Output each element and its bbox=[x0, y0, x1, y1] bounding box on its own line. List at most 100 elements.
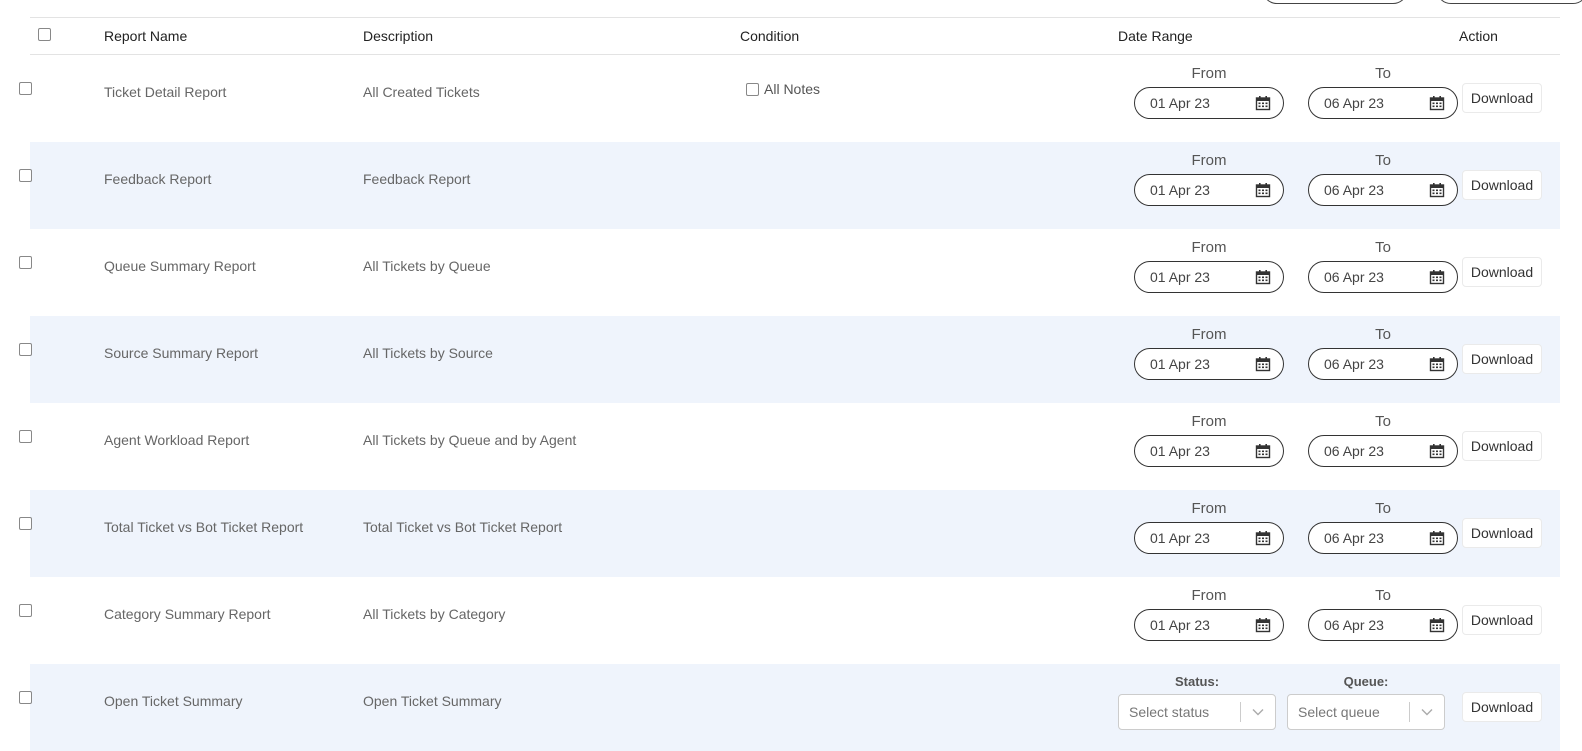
to-date-input[interactable]: 06 Apr 23 bbox=[1308, 261, 1458, 293]
download-button[interactable]: Download bbox=[1462, 518, 1542, 548]
download-button[interactable]: Download bbox=[1462, 431, 1542, 461]
to-date-value: 06 Apr 23 bbox=[1324, 443, 1384, 459]
from-date-group: From 01 Apr 23 bbox=[1134, 500, 1284, 554]
status-placeholder: Select status bbox=[1129, 704, 1210, 720]
to-date-value: 06 Apr 23 bbox=[1324, 530, 1384, 546]
calendar-icon[interactable] bbox=[1255, 95, 1271, 111]
from-date-input[interactable]: 01 Apr 23 bbox=[1134, 522, 1284, 554]
row-checkbox[interactable] bbox=[19, 691, 32, 704]
download-button[interactable]: Download bbox=[1462, 257, 1542, 287]
to-date-group: To 06 Apr 23 bbox=[1308, 65, 1458, 119]
report-description: All Created Tickets bbox=[363, 84, 480, 100]
queue-placeholder: Select queue bbox=[1298, 704, 1380, 720]
row-checkbox[interactable] bbox=[19, 517, 32, 530]
from-date-group: From 01 Apr 23 bbox=[1134, 152, 1284, 206]
download-button[interactable]: Download bbox=[1462, 83, 1542, 113]
from-date-input[interactable]: 01 Apr 23 bbox=[1134, 261, 1284, 293]
table-row: Agent Workload Report All Tickets by Queu… bbox=[19, 403, 1560, 490]
top-action-pill[interactable] bbox=[1436, 0, 1582, 4]
to-date-value: 06 Apr 23 bbox=[1324, 617, 1384, 633]
calendar-icon[interactable] bbox=[1255, 617, 1271, 633]
download-button[interactable]: Download bbox=[1462, 605, 1542, 635]
to-date-group: To 06 Apr 23 bbox=[1308, 500, 1458, 554]
row-checkbox[interactable] bbox=[19, 430, 32, 443]
download-button[interactable]: Download bbox=[1462, 692, 1542, 722]
condition-checkbox[interactable] bbox=[746, 82, 759, 96]
calendar-icon[interactable] bbox=[1255, 530, 1271, 546]
header-description: Description bbox=[363, 28, 434, 44]
calendar-icon[interactable] bbox=[1429, 95, 1445, 111]
table-row: Source Summary Report All Tickets by Sour… bbox=[19, 316, 1560, 403]
from-date-group: From 01 Apr 23 bbox=[1134, 326, 1284, 380]
to-label: To bbox=[1375, 239, 1391, 256]
report-name: Feedback Report bbox=[104, 171, 212, 187]
queue-select[interactable]: Select queue bbox=[1287, 694, 1445, 730]
from-date-value: 01 Apr 23 bbox=[1150, 617, 1210, 633]
to-date-input[interactable]: 06 Apr 23 bbox=[1308, 174, 1458, 206]
to-date-group: To 06 Apr 23 bbox=[1308, 326, 1458, 380]
report-name: Category Summary Report bbox=[104, 606, 271, 622]
calendar-icon[interactable] bbox=[1429, 617, 1445, 633]
table-row: Open Ticket Summary Open Ticket Summary St… bbox=[19, 664, 1560, 751]
to-date-input[interactable]: 06 Apr 23 bbox=[1308, 522, 1458, 554]
download-button[interactable]: Download bbox=[1462, 344, 1542, 374]
calendar-icon[interactable] bbox=[1429, 443, 1445, 459]
to-date-input[interactable]: 06 Apr 23 bbox=[1308, 87, 1458, 119]
header-report-name: Report Name bbox=[104, 28, 188, 44]
header-date-range: Date Range bbox=[1118, 28, 1193, 44]
calendar-icon[interactable] bbox=[1255, 269, 1271, 285]
from-date-input[interactable]: 01 Apr 23 bbox=[1134, 348, 1284, 380]
to-date-group: To 06 Apr 23 bbox=[1308, 152, 1458, 206]
to-date-value: 06 Apr 23 bbox=[1324, 356, 1384, 372]
to-date-input[interactable]: 06 Apr 23 bbox=[1308, 348, 1458, 380]
report-description: All Tickets by Queue bbox=[363, 258, 491, 274]
to-label: To bbox=[1375, 65, 1391, 82]
from-date-value: 01 Apr 23 bbox=[1150, 182, 1210, 198]
chevron-down-icon bbox=[1252, 709, 1264, 716]
calendar-icon[interactable] bbox=[1255, 443, 1271, 459]
calendar-icon[interactable] bbox=[1429, 269, 1445, 285]
from-date-group: From 01 Apr 23 bbox=[1134, 239, 1284, 293]
calendar-icon[interactable] bbox=[1255, 182, 1271, 198]
table-row: Feedback Report Feedback Report From 01 Apr… bbox=[19, 142, 1560, 229]
from-date-value: 01 Apr 23 bbox=[1150, 95, 1210, 111]
report-name: Source Summary Report bbox=[104, 345, 259, 361]
from-label: From bbox=[1191, 413, 1227, 430]
condition-option[interactable]: All Notes bbox=[746, 81, 820, 97]
chevron-down-icon bbox=[1421, 709, 1433, 716]
from-date-input[interactable]: 01 Apr 23 bbox=[1134, 87, 1284, 119]
to-date-value: 06 Apr 23 bbox=[1324, 269, 1384, 285]
header-action: Action bbox=[1459, 28, 1498, 44]
report-name: Total Ticket vs Bot Ticket Report bbox=[104, 519, 304, 535]
condition-label: All Notes bbox=[764, 81, 821, 97]
from-date-input[interactable]: 01 Apr 23 bbox=[1134, 174, 1284, 206]
top-filter-pill[interactable] bbox=[1262, 0, 1408, 4]
status-select[interactable]: Select status bbox=[1118, 694, 1276, 730]
download-button[interactable]: Download bbox=[1462, 170, 1542, 200]
calendar-icon[interactable] bbox=[1429, 356, 1445, 372]
row-checkbox[interactable] bbox=[19, 604, 32, 617]
calendar-icon[interactable] bbox=[1255, 356, 1271, 372]
row-checkbox[interactable] bbox=[19, 343, 32, 356]
table-row: Queue Summary Report All Tickets by Queue… bbox=[19, 229, 1560, 316]
from-date-input[interactable]: 01 Apr 23 bbox=[1134, 435, 1284, 467]
report-description: Open Ticket Summary bbox=[363, 693, 502, 709]
table-row: Category Summary Report All Tickets by Ca… bbox=[19, 577, 1560, 664]
row-checkbox[interactable] bbox=[19, 82, 32, 95]
reports-table: Report Name Description Condition Date R… bbox=[19, 17, 1560, 751]
to-date-input[interactable]: 06 Apr 23 bbox=[1308, 435, 1458, 467]
to-date-group: To 06 Apr 23 bbox=[1308, 239, 1458, 293]
from-label: From bbox=[1191, 587, 1227, 604]
calendar-icon[interactable] bbox=[1429, 530, 1445, 546]
select-all-checkbox[interactable] bbox=[38, 28, 51, 41]
row-checkbox[interactable] bbox=[19, 169, 32, 182]
row-checkbox[interactable] bbox=[19, 256, 32, 269]
calendar-icon[interactable] bbox=[1429, 182, 1445, 198]
to-date-input[interactable]: 06 Apr 23 bbox=[1308, 609, 1458, 641]
queue-label: Queue: bbox=[1343, 674, 1389, 689]
to-label: To bbox=[1375, 413, 1391, 430]
from-date-input[interactable]: 01 Apr 23 bbox=[1134, 609, 1284, 641]
to-label: To bbox=[1375, 587, 1391, 604]
table-row: Total Ticket vs Bot Ticket Report Total T… bbox=[19, 490, 1560, 577]
from-date-value: 01 Apr 23 bbox=[1150, 356, 1210, 372]
